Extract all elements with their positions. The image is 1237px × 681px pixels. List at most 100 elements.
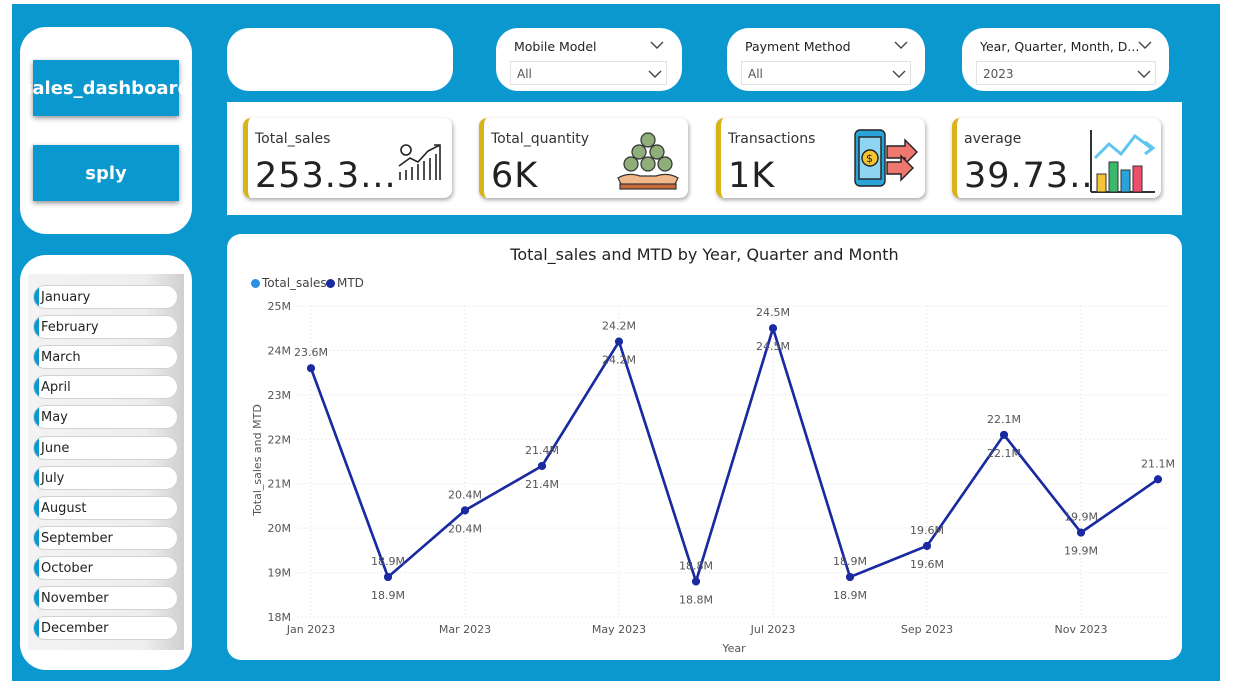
month-item-label: January — [41, 290, 91, 305]
kpi-value: 1K — [728, 156, 776, 196]
data-point — [1154, 475, 1162, 484]
mobile-model-value: All — [517, 67, 532, 81]
sales-dashboard-button[interactable]: sales_dashboard — [22, 60, 190, 116]
month-item-label: February — [41, 320, 99, 336]
y-axis-title: Total_sales and MTD — [251, 404, 264, 517]
kpi-label: Transactions — [728, 131, 816, 147]
data-label: 21.4M — [525, 444, 559, 457]
mobile-model-dropdown[interactable]: All — [510, 61, 667, 85]
date-value: 2023 — [983, 67, 1014, 81]
data-label: 18.9M — [833, 555, 867, 568]
x-tick-label: May 2023 — [592, 623, 646, 636]
month-item-august[interactable]: August — [33, 495, 178, 520]
chart-title: Total_sales and MTD by Year, Quarter and… — [510, 245, 899, 264]
y-tick-label: 24M — [268, 344, 292, 357]
x-tick-label: Jul 2023 — [750, 623, 796, 636]
svg-text:$: $ — [866, 152, 873, 165]
data-label: 18.9M — [833, 589, 867, 602]
month-item-accent — [34, 587, 39, 609]
data-label: 18.8M — [679, 593, 713, 606]
data-label: 24.5M — [756, 306, 790, 319]
data-label: 19.6M — [910, 524, 944, 537]
kpi-value: 6K — [491, 156, 539, 196]
kpi-card-total-sales: Total_sales 253.3... — [243, 118, 452, 198]
legend-label-total-sales: Total_sales — [262, 276, 327, 290]
data-point — [461, 506, 469, 515]
data-point — [1000, 430, 1008, 439]
chevron-down-icon — [648, 70, 662, 78]
month-item-april[interactable]: April — [33, 375, 178, 400]
data-point — [538, 461, 546, 470]
kpi-label: Total_quantity — [491, 131, 590, 147]
date-slicer-title: Year, Quarter, Month, D... — [980, 39, 1140, 54]
date-dropdown[interactable]: 2023 — [976, 61, 1156, 85]
month-item-december[interactable]: December — [33, 616, 178, 641]
month-item-february[interactable]: February — [33, 315, 178, 340]
data-label: 22.1M — [987, 413, 1021, 426]
month-item-label: December — [41, 621, 109, 637]
month-item-march[interactable]: March — [33, 345, 178, 370]
month-item-label: August — [41, 500, 87, 516]
x-tick-label: Sep 2023 — [901, 623, 953, 636]
data-label: 23.6M — [294, 346, 328, 359]
blank-card — [227, 28, 453, 91]
data-point — [692, 577, 700, 586]
month-item-accent — [34, 617, 39, 640]
month-item-accent — [34, 436, 39, 459]
month-item-accent — [34, 376, 39, 399]
chevron-down-icon[interactable] — [650, 40, 664, 50]
chevron-down-icon[interactable] — [1138, 40, 1152, 50]
month-item-label: March — [41, 350, 81, 366]
legend-dot-mtd — [326, 279, 335, 288]
x-axis-title: Year — [721, 642, 746, 655]
month-item-july[interactable]: July — [33, 465, 178, 490]
payment-method-title: Payment Method — [745, 39, 851, 54]
data-label: 21.1M — [1141, 457, 1175, 470]
data-label: 21.4M — [525, 478, 559, 491]
month-item-january[interactable]: January — [33, 285, 178, 309]
month-item-may[interactable]: May — [33, 405, 178, 430]
data-label: 20.4M — [448, 488, 482, 501]
y-tick-label: 23M — [268, 389, 292, 402]
money-bags-icon — [617, 132, 679, 190]
data-label: 18.9M — [371, 589, 405, 602]
data-point — [615, 337, 623, 346]
legend-item-mtd[interactable]: MTD — [326, 276, 364, 290]
kpi-label: Total_sales — [255, 131, 331, 147]
data-point — [307, 364, 315, 373]
payment-method-dropdown[interactable]: All — [741, 61, 911, 85]
month-item-june[interactable]: June — [33, 435, 178, 460]
data-point — [769, 324, 777, 333]
month-item-october[interactable]: October — [33, 555, 178, 580]
month-item-accent — [34, 466, 39, 489]
data-label: 18.8M — [679, 559, 713, 572]
month-item-september[interactable]: September — [33, 525, 178, 550]
month-item-november[interactable]: November — [33, 586, 178, 610]
y-tick-label: 25M — [268, 300, 292, 313]
month-item-label: May — [41, 410, 68, 426]
bar-chart-icon — [1090, 130, 1156, 193]
data-label: 24.2M — [602, 320, 636, 333]
month-item-accent — [34, 346, 39, 369]
data-label: 19.9M — [1064, 511, 1098, 524]
data-label: 24.2M — [602, 354, 636, 367]
month-item-accent — [34, 526, 39, 549]
mobile-model-title: Mobile Model — [514, 39, 597, 54]
sply-button[interactable]: sply — [33, 145, 179, 201]
month-item-label: November — [41, 591, 109, 606]
month-item-label: October — [41, 560, 94, 576]
month-item-accent — [34, 286, 39, 308]
mobile-payment-icon: $ — [854, 129, 918, 187]
month-item-label: June — [41, 440, 70, 456]
kpi-card-average: average 39.73... — [952, 118, 1161, 198]
x-tick-label: Jan 2023 — [286, 623, 335, 636]
y-tick-label: 22M — [268, 433, 292, 446]
legend-dot-total-sales — [251, 279, 260, 288]
data-label: 20.4M — [448, 522, 482, 535]
data-label: 18.9M — [371, 555, 405, 568]
month-item-label: September — [41, 530, 113, 546]
legend-item-total-sales[interactable]: Total_sales — [251, 276, 327, 290]
chevron-down-icon[interactable] — [894, 40, 908, 50]
month-item-accent — [34, 556, 39, 579]
legend-label-mtd: MTD — [337, 276, 364, 290]
